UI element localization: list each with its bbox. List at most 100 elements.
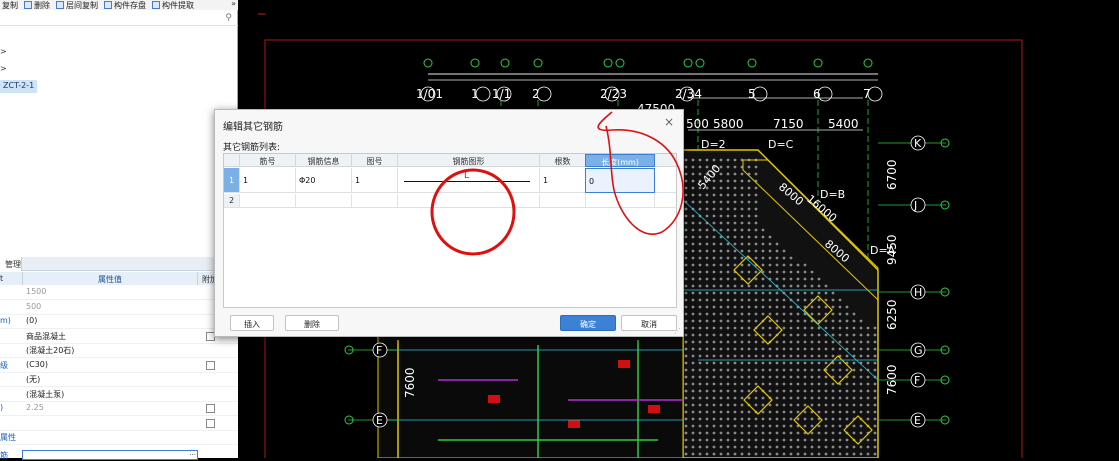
- hatch-dot: [698, 312, 702, 316]
- property-value-input[interactable]: ···: [22, 450, 198, 460]
- hatch-dot: [740, 354, 744, 358]
- axis-bubble-small: [533, 58, 543, 68]
- property-row[interactable]: 商品混凝土: [0, 330, 238, 344]
- copy-button[interactable]: 复制: [0, 0, 18, 10]
- property-row[interactable]: m) (0): [0, 315, 238, 329]
- search-input[interactable]: ⚲: [0, 12, 238, 26]
- property-row[interactable]: 500: [0, 301, 238, 315]
- hatch-dot: [705, 424, 709, 428]
- hatch-dot: [698, 347, 702, 351]
- property-row[interactable]: (无): [0, 373, 238, 387]
- property-value[interactable]: (C30): [26, 360, 48, 369]
- hatch-dot: [873, 438, 877, 442]
- hatch-dot: [726, 193, 730, 197]
- hatch-dot: [705, 193, 709, 197]
- tree-item[interactable]: >: [0, 64, 7, 73]
- tree-item[interactable]: >: [0, 47, 7, 56]
- property-checkbox[interactable]: [206, 360, 215, 370]
- property-value[interactable]: (混凝土泵): [26, 389, 64, 400]
- hatch-dot: [768, 270, 772, 274]
- hatch-dot: [768, 382, 772, 386]
- tab-properties-manage[interactable]: 管理: [0, 257, 22, 271]
- hatch-dot: [768, 417, 772, 421]
- cell-rebar-shape[interactable]: [398, 194, 540, 208]
- hatch-dot: [810, 424, 814, 428]
- property-checkbox[interactable]: [206, 404, 215, 413]
- hatch-dot: [726, 319, 730, 323]
- hatch-dot: [705, 452, 709, 456]
- property-value[interactable]: (混凝土20石): [26, 345, 74, 356]
- delete-row-button[interactable]: 删除: [285, 315, 339, 331]
- floor-copy-button[interactable]: 层间复制: [56, 0, 98, 10]
- hatch-dot: [719, 431, 723, 435]
- property-value[interactable]: 500: [26, 302, 41, 311]
- search-icon[interactable]: ⚲: [225, 13, 232, 23]
- property-checkbox[interactable]: [206, 418, 215, 428]
- property-row[interactable]: 属性: [0, 431, 238, 445]
- hatch-dot: [684, 431, 688, 435]
- ok-button[interactable]: 确定: [560, 315, 616, 331]
- cell-count[interactable]: 1: [540, 168, 586, 193]
- hatch-dot: [705, 354, 709, 358]
- cell-length[interactable]: [585, 194, 655, 208]
- hatch-dot: [691, 389, 695, 393]
- hatch-dot: [705, 256, 709, 260]
- cell-bar-no[interactable]: 1: [240, 168, 296, 193]
- hatch-dot: [698, 361, 702, 365]
- property-value[interactable]: 1500: [26, 287, 46, 296]
- hatch-dot: [824, 445, 828, 449]
- cell-rebar-info[interactable]: [296, 194, 352, 208]
- property-row[interactable]: [0, 417, 238, 431]
- component-extract-button[interactable]: 构件提取: [152, 0, 194, 10]
- cell-bar-no[interactable]: [240, 194, 296, 208]
- hatch-dot: [768, 354, 772, 358]
- cell-rebar-info[interactable]: Φ20: [296, 168, 352, 193]
- row-number[interactable]: 2: [224, 194, 240, 208]
- cell-length[interactable]: 0: [585, 168, 655, 193]
- delete-button[interactable]: 删除: [24, 0, 50, 10]
- hatch-dot: [740, 417, 744, 421]
- property-value[interactable]: 2.25: [26, 403, 44, 412]
- hatch-dot: [705, 214, 709, 218]
- hatch-dot: [719, 263, 723, 267]
- cell-fig-no[interactable]: [352, 194, 398, 208]
- property-value[interactable]: 商品混凝土: [26, 331, 66, 342]
- toolbar-more-button[interactable]: »: [231, 0, 236, 8]
- hatch-dot: [733, 193, 737, 197]
- hatch-dot: [775, 298, 779, 302]
- component-save-button[interactable]: 构件存盘: [104, 0, 146, 10]
- hatch-dot: [789, 333, 793, 337]
- hatch-dot: [866, 326, 870, 330]
- cancel-button[interactable]: 取消: [621, 315, 677, 331]
- hatch-dot: [761, 242, 765, 246]
- property-value[interactable]: (0): [26, 316, 37, 325]
- cell-count[interactable]: [540, 194, 586, 208]
- hatch-dot: [852, 410, 856, 414]
- hatch-dot: [789, 326, 793, 330]
- resize-grip-icon[interactable]: ⋰: [674, 327, 681, 335]
- property-row[interactable]: 级 (C30): [0, 359, 238, 373]
- close-icon[interactable]: ×: [664, 115, 674, 129]
- property-row[interactable]: ) 2.25: [0, 402, 238, 416]
- hatch-dot: [775, 319, 779, 323]
- hatch-dot: [684, 389, 688, 393]
- hatch-dot: [719, 326, 723, 330]
- property-row[interactable]: (混凝土20石): [0, 344, 238, 358]
- column-header-value: 属性值: [22, 272, 198, 285]
- property-row[interactable]: (混凝土泵): [0, 388, 238, 402]
- hatch-dot: [817, 424, 821, 428]
- hatch-dot: [824, 424, 828, 428]
- property-value[interactable]: (无): [26, 374, 40, 385]
- hatch-dot: [684, 207, 688, 211]
- hatch-dot: [866, 396, 870, 400]
- property-row[interactable]: 1500: [0, 286, 238, 300]
- cell-fig-no[interactable]: 1: [352, 168, 398, 193]
- hatch-dot: [782, 347, 786, 351]
- tree-item-selected[interactable]: ZCT-2-1: [0, 80, 38, 93]
- hatch-dot: [768, 242, 772, 246]
- hatch-dot: [824, 333, 828, 337]
- hatch-dot: [733, 424, 737, 428]
- insert-button[interactable]: 插入: [230, 315, 274, 331]
- hatch-dot: [775, 277, 779, 281]
- row-number[interactable]: 1: [224, 168, 240, 193]
